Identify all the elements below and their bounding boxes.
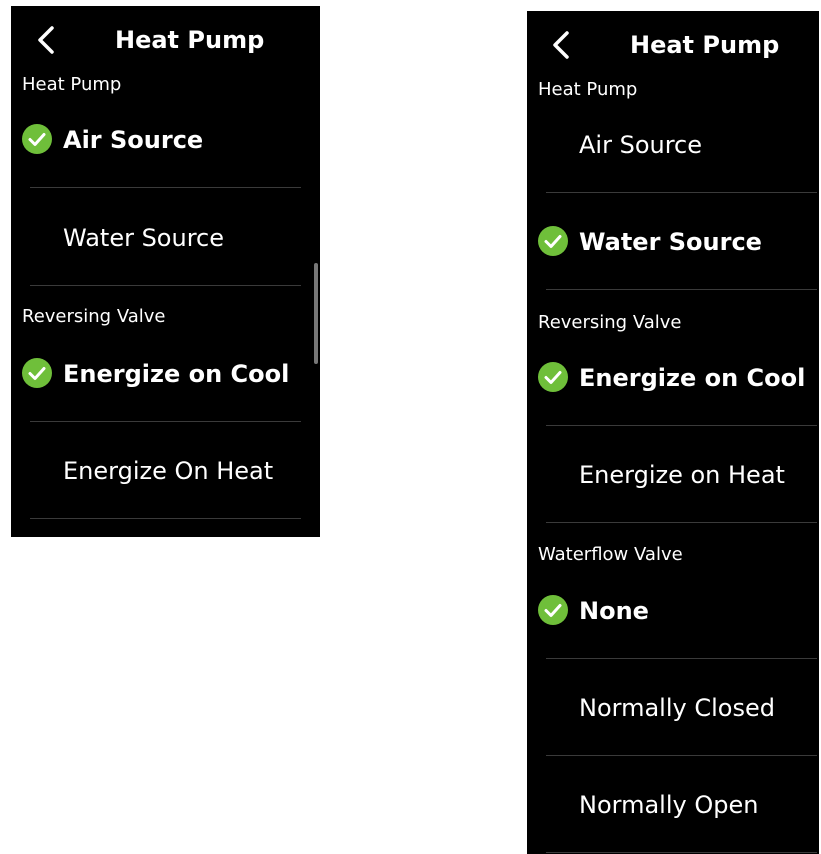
check-circle-icon [22, 124, 52, 154]
option-water-source[interactable]: Water Source [11, 188, 320, 286]
check-circle-icon [538, 595, 568, 625]
option-energize-on-cool[interactable]: Energize on Cool [527, 328, 819, 426]
option-label: Normally Open [579, 791, 759, 819]
option-label: Air Source [579, 131, 703, 159]
option-energize-on-cool[interactable]: Energize on Cool [11, 324, 320, 422]
option-label: Water Source [63, 224, 225, 252]
option-label: Air Source [63, 126, 204, 154]
page-title: Heat Pump [115, 26, 265, 54]
option-energize-on-heat[interactable]: Energize on Heat [527, 425, 819, 523]
divider [30, 518, 301, 519]
option-label: Water Source [579, 228, 762, 256]
page-title: Heat Pump [630, 31, 780, 59]
option-normally-open[interactable]: Normally Open [527, 755, 819, 853]
option-label: Energize on Cool [579, 364, 806, 392]
option-none[interactable]: None [527, 561, 819, 659]
back-button[interactable] [550, 29, 574, 61]
scrollbar[interactable] [314, 263, 318, 364]
divider [546, 522, 817, 523]
check-circle-icon [538, 362, 568, 392]
divider [546, 852, 817, 853]
check-circle-icon [538, 226, 568, 256]
option-label: Energize on Heat [579, 461, 785, 489]
divider [30, 285, 301, 286]
divider [546, 289, 817, 290]
option-normally-closed[interactable]: Normally Closed [527, 658, 819, 756]
option-energize-on-heat[interactable]: Energize On Heat [11, 421, 320, 519]
option-air-source[interactable]: Air Source [11, 90, 320, 188]
back-button[interactable] [35, 24, 59, 56]
chevron-left-icon [553, 31, 569, 59]
option-label: Energize on Cool [63, 360, 290, 388]
option-label: Energize On Heat [63, 457, 274, 485]
left-screen: Heat Pump Heat Pump Air Source Water Sou… [11, 6, 320, 537]
chevron-left-icon [38, 26, 54, 54]
right-screen: Heat Pump Heat Pump Air Source Water Sou… [527, 11, 819, 854]
check-circle-icon [22, 358, 52, 388]
option-label: None [579, 597, 649, 625]
option-label: Normally Closed [579, 694, 775, 722]
option-air-source[interactable]: Air Source [527, 95, 819, 193]
option-water-source[interactable]: Water Source [527, 192, 819, 290]
